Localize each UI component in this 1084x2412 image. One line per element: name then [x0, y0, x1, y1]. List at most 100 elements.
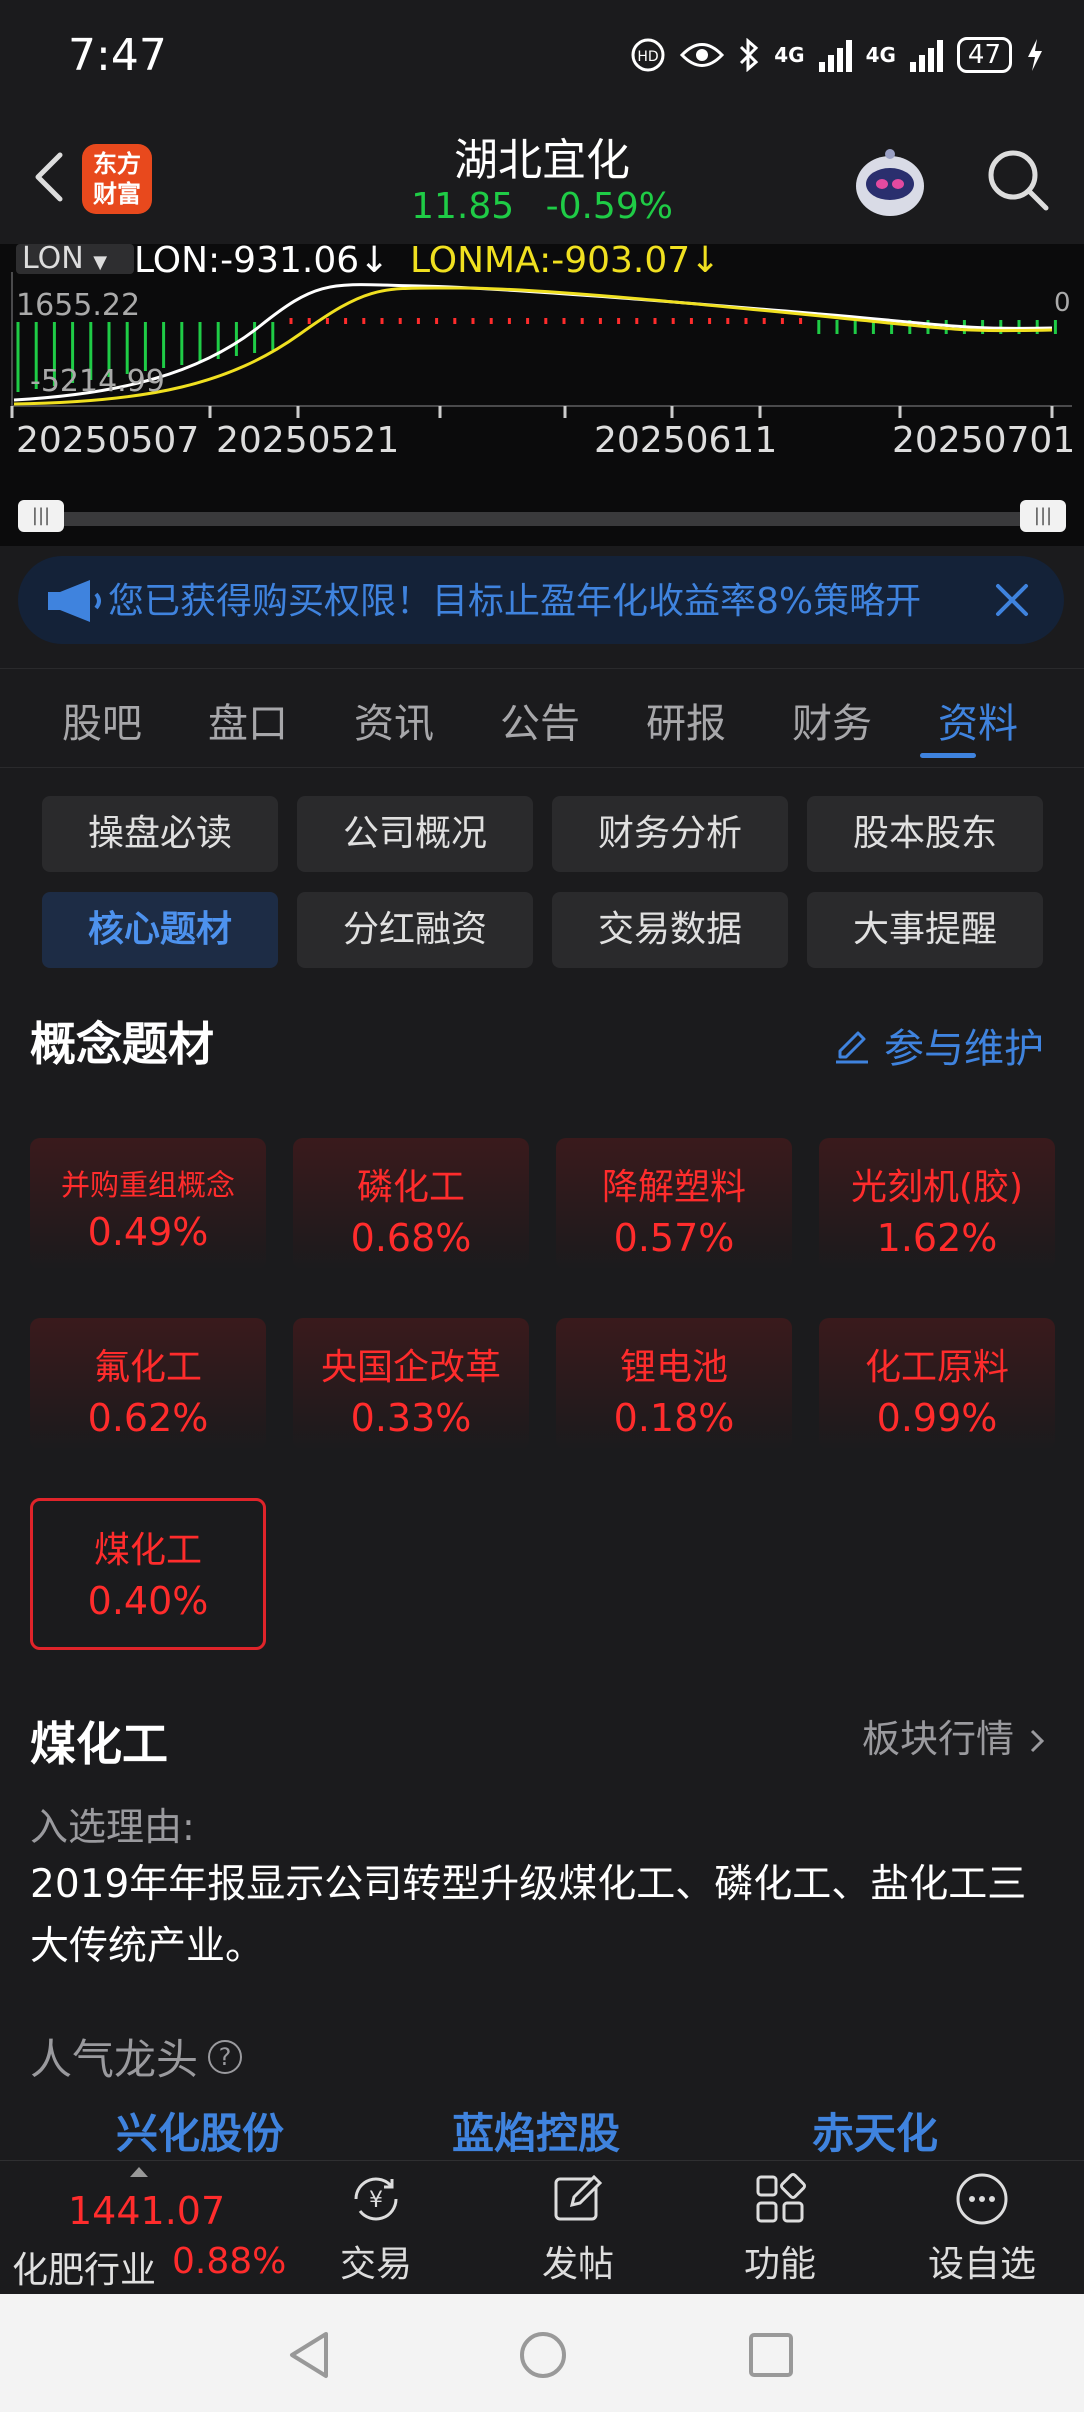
- sector-quote-link[interactable]: 板块行情: [862, 1708, 1048, 1763]
- sub-button-financial-analysis[interactable]: 财务分析: [552, 796, 788, 872]
- tab-profile[interactable]: 资料: [918, 691, 1038, 749]
- leader-stock-link[interactable]: 蓝焰控股: [452, 2100, 620, 2161]
- stock-price: 11.85: [411, 186, 515, 227]
- y-axis-top-label: 1655.22: [16, 288, 141, 323]
- tab-research[interactable]: 研报: [626, 691, 746, 749]
- post-button[interactable]: 发帖: [518, 2169, 638, 2287]
- status-bar: 7:47 HD 4G 4G 47: [0, 0, 1084, 112]
- sub-button-trading-data[interactable]: 交易数据: [552, 892, 788, 968]
- trade-button[interactable]: ¥ 交易: [316, 2169, 436, 2287]
- network-label-1: 4G: [774, 43, 805, 67]
- range-handle-left[interactable]: |||: [18, 500, 64, 532]
- concept-pct: 0.33%: [350, 1396, 472, 1440]
- sector-quote-label: 板块行情: [862, 1717, 1015, 1761]
- sub-button-dividends[interactable]: 分红融资: [297, 892, 533, 968]
- add-watchlist-button[interactable]: 设自选: [922, 2169, 1042, 2287]
- post-label: 发帖: [541, 2244, 614, 2285]
- selected-concept-title: 煤化工: [30, 1717, 168, 1771]
- concept-pct: 0.49%: [87, 1210, 209, 1254]
- concept-card[interactable]: 降解塑料 0.57%: [556, 1138, 792, 1270]
- nav-recents-icon[interactable]: [748, 2332, 794, 2378]
- concept-card[interactable]: 央国企改革 0.33%: [293, 1318, 529, 1450]
- logo-line-2: 财富: [93, 180, 141, 208]
- help-icon[interactable]: ?: [208, 2039, 243, 2074]
- dropdown-triangle-icon: ▼: [93, 252, 108, 273]
- sub-button-company-overview[interactable]: 公司概况: [297, 796, 533, 872]
- indicator-selector[interactable]: LON ▼: [16, 244, 134, 274]
- trade-label: 交易: [339, 2244, 412, 2285]
- concept-pct: 1.62%: [876, 1216, 998, 1260]
- svg-text:¥: ¥: [369, 2188, 383, 2213]
- sub-button-core-themes[interactable]: 核心题材: [42, 892, 278, 968]
- maintain-label: 参与维护: [884, 1026, 1044, 1072]
- close-icon[interactable]: [984, 572, 1040, 628]
- reason-label: 入选理由:: [30, 1805, 195, 1849]
- x-axis-label: 20250521: [216, 420, 400, 461]
- concept-card[interactable]: 化工原料 0.99%: [819, 1318, 1055, 1450]
- concept-pct: 0.40%: [87, 1579, 209, 1623]
- logo-line-1: 东方: [93, 150, 141, 178]
- add-watchlist-label: 设自选: [927, 2244, 1036, 2285]
- promo-banner[interactable]: 您已获得购买权限！目标止盈年化收益率8%策略开: [18, 556, 1064, 644]
- concept-pct: 0.99%: [876, 1396, 998, 1440]
- nav-home-icon[interactable]: [518, 2330, 568, 2380]
- search-icon[interactable]: [982, 144, 1052, 214]
- functions-button[interactable]: 功能: [720, 2169, 840, 2287]
- expand-caret-icon[interactable]: [130, 2167, 148, 2177]
- app-logo[interactable]: 东方 财富: [82, 144, 152, 214]
- stock-change: -0.59%: [545, 186, 673, 227]
- status-time: 7:47: [68, 30, 167, 81]
- x-axis-label: 20250611: [594, 420, 778, 461]
- functions-label: 功能: [743, 2244, 816, 2285]
- status-icons: HD 4G 4G 47: [630, 30, 1044, 80]
- megaphone-icon: [48, 580, 101, 622]
- concept-name: 降解塑料: [601, 1167, 746, 1208]
- chart-range-scroller: ||| |||: [0, 492, 1084, 546]
- app-root: 7:47 HD 4G 4G 47 湖北宜化 11.85 -0.59% 东方 财富: [0, 0, 1084, 2412]
- concept-card[interactable]: 锂电池 0.18%: [556, 1318, 792, 1450]
- tab-guba[interactable]: 股吧: [42, 691, 162, 749]
- leader-stock-link[interactable]: 赤天化: [812, 2100, 938, 2161]
- concept-card[interactable]: 氟化工 0.62%: [30, 1318, 266, 1450]
- y-axis-bottom-label: -5214.99: [30, 364, 165, 399]
- more-icon: [956, 2173, 1008, 2225]
- sub-button-events[interactable]: 大事提醒: [807, 892, 1043, 968]
- trade-icon: ¥: [354, 2177, 398, 2221]
- tab-news[interactable]: 资讯: [334, 691, 454, 749]
- sub-button-trading-guide[interactable]: 操盘必读: [42, 796, 278, 872]
- banner-text: 您已获得购买权限！目标止盈年化收益率8%策略开: [108, 581, 922, 622]
- leader-stock-link[interactable]: 兴化股份: [116, 2100, 284, 2161]
- concept-name: 磷化工: [356, 1167, 465, 1208]
- back-arrow-icon[interactable]: [20, 147, 80, 207]
- concept-pct: 0.62%: [87, 1396, 209, 1440]
- x-axis-label: 20250507: [16, 420, 200, 461]
- pencil-icon: [836, 1031, 868, 1064]
- lon-value: LON:-931.06↓: [134, 240, 390, 281]
- sub-button-shareholders[interactable]: 股本股东: [807, 796, 1043, 872]
- active-tab-indicator: [920, 753, 976, 758]
- concept-card[interactable]: 光刻机(胶) 1.62%: [819, 1138, 1055, 1270]
- concept-card-selected[interactable]: 煤化工 0.40%: [30, 1498, 266, 1650]
- tab-pankou[interactable]: 盘口: [188, 691, 308, 749]
- range-track[interactable]: [18, 512, 1066, 526]
- concept-section-title: 概念题材: [30, 1017, 214, 1071]
- indicator-selector-label: LON: [22, 241, 84, 276]
- maintain-button[interactable]: 参与维护: [832, 1016, 1044, 1074]
- concept-name: 并购重组概念: [60, 1168, 235, 1202]
- concept-name: 光刻机(胶): [850, 1167, 1024, 1208]
- industry-name[interactable]: 化肥行业: [12, 2241, 156, 2293]
- lon-indicator-chart[interactable]: LON ▼ LON:-931.06↓ LONMA:-903.07↓ 1655.2…: [0, 240, 1084, 492]
- industry-index-value[interactable]: 1441.07: [68, 2189, 225, 2233]
- edit-icon: [554, 2174, 603, 2221]
- tab-announcements[interactable]: 公告: [480, 691, 600, 749]
- nav-back-icon[interactable]: [286, 2330, 332, 2380]
- robot-assistant-icon[interactable]: [848, 140, 932, 224]
- popular-leaders-heading: 人气龙头 ?: [30, 2026, 243, 2087]
- grid-apps-icon: [756, 2173, 806, 2223]
- concept-card[interactable]: 并购重组概念 0.49%: [30, 1138, 266, 1270]
- concept-card[interactable]: 磷化工 0.68%: [293, 1138, 529, 1270]
- concept-name: 煤化工: [93, 1530, 202, 1571]
- eye-icon: [680, 43, 725, 67]
- tab-finance[interactable]: 财务: [772, 691, 892, 749]
- range-handle-right[interactable]: |||: [1020, 500, 1066, 532]
